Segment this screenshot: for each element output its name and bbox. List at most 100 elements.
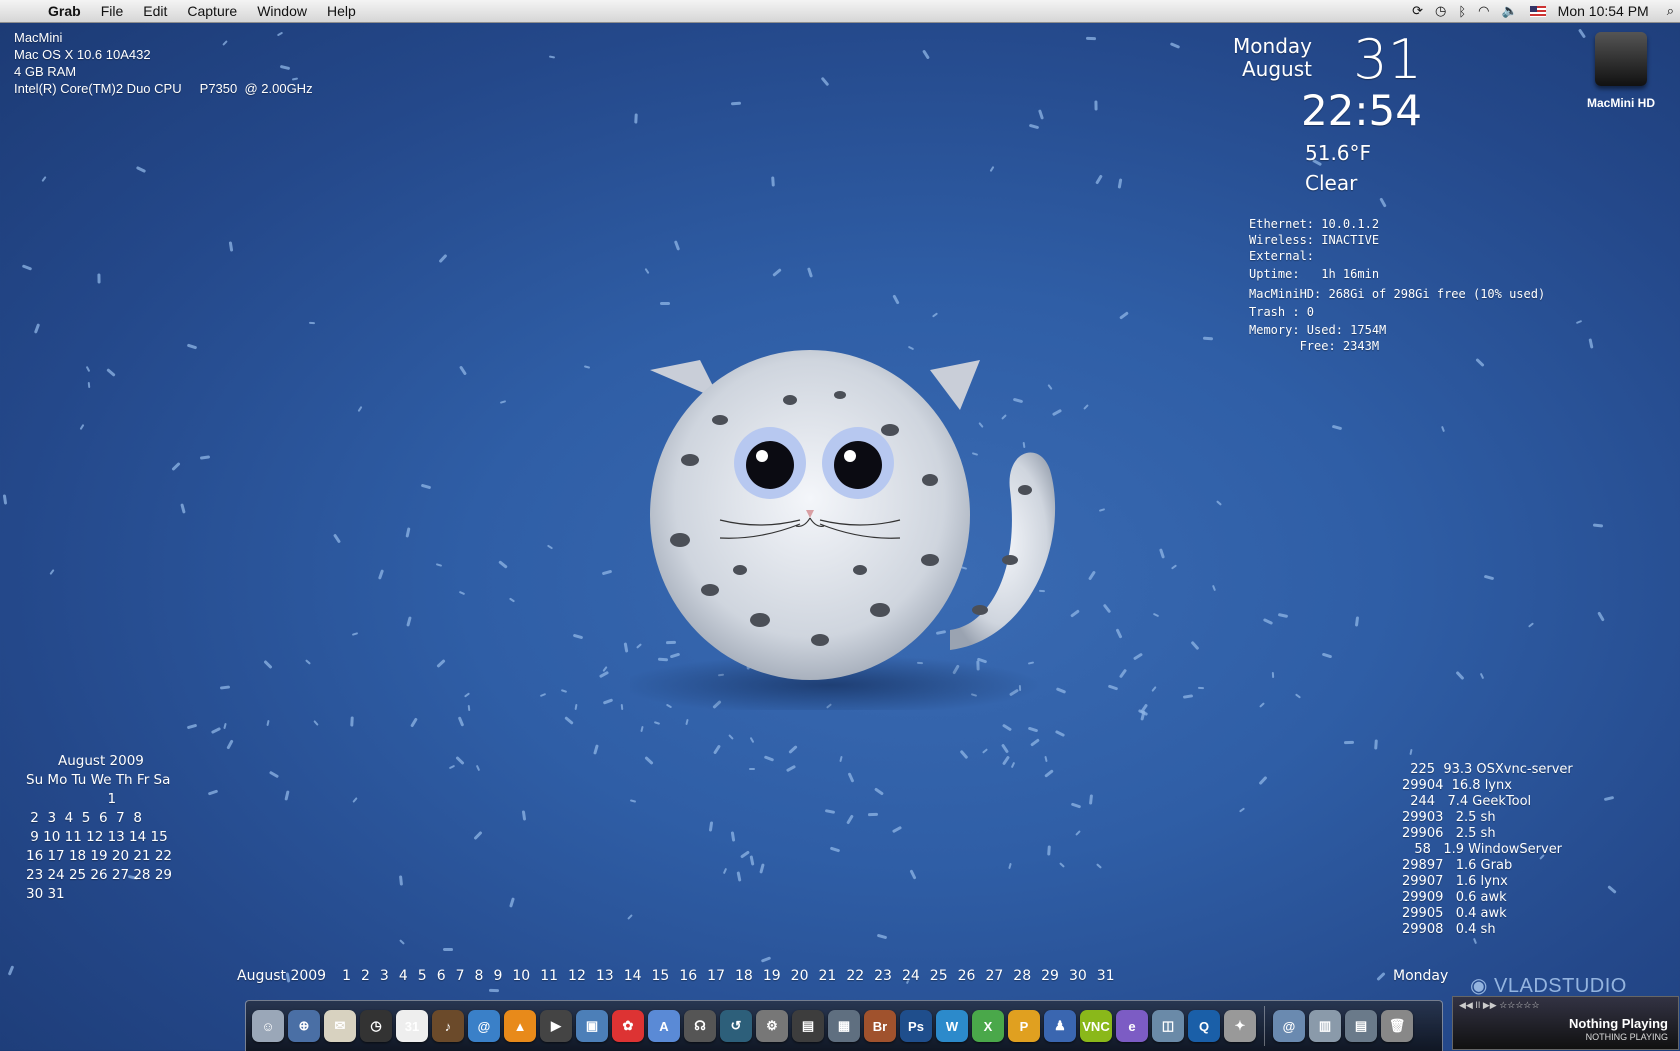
user-icon[interactable]: ♟ bbox=[1044, 1010, 1076, 1042]
garageband-icon[interactable]: ♪ bbox=[432, 1010, 464, 1042]
confetti-flake bbox=[623, 642, 629, 653]
vlc-icon[interactable]: ▲ bbox=[504, 1010, 536, 1042]
p-app-icon[interactable]: P bbox=[1008, 1010, 1040, 1042]
date-strip-day: 17 bbox=[707, 968, 725, 984]
sync-icon[interactable]: ⟳ bbox=[1406, 3, 1429, 19]
spotlight-icon[interactable]: ⌕ bbox=[1661, 3, 1680, 19]
calendar-widget: August 2009 Su Mo Tu We Th Fr Sa 1 2 3 4 … bbox=[26, 752, 172, 904]
confetti-flake bbox=[1474, 357, 1485, 367]
confetti-flake bbox=[740, 850, 751, 859]
confetti-flake bbox=[467, 704, 471, 712]
menubar-clock[interactable]: Mon 10:54 PM bbox=[1552, 3, 1661, 19]
confetti-flake bbox=[350, 715, 354, 727]
confetti-flake bbox=[180, 502, 186, 514]
process-row: 29908 0.4 sh bbox=[1402, 922, 1496, 937]
menu-bar: Grab File Edit Capture Window Help ⟳ ◷ ᛒ… bbox=[0, 0, 1680, 23]
confetti-flake bbox=[602, 698, 614, 705]
watermark-text: VLADSTUDIO bbox=[1494, 975, 1627, 997]
iphoto-icon[interactable]: ▣ bbox=[576, 1010, 608, 1042]
quicktime-icon[interactable]: Q bbox=[1188, 1010, 1220, 1042]
confetti-flake bbox=[438, 254, 448, 264]
app-store-icon[interactable]: A bbox=[648, 1010, 680, 1042]
system-preferences-icon[interactable]: ⚙ bbox=[756, 1010, 788, 1042]
day-number: 31 bbox=[1353, 28, 1422, 91]
confetti-flake bbox=[442, 948, 453, 952]
address-book-icon[interactable]: @ bbox=[468, 1010, 500, 1042]
confetti-flake bbox=[1047, 845, 1051, 856]
ical-icon[interactable]: 31 bbox=[396, 1010, 428, 1042]
confetti-flake bbox=[1096, 863, 1103, 869]
date-strip-day: 11 bbox=[540, 968, 559, 984]
preview-icon[interactable]: ◫ bbox=[1152, 1010, 1184, 1042]
confetti-flake bbox=[1575, 320, 1582, 325]
app-menu[interactable]: Grab bbox=[38, 0, 91, 22]
bridge-icon[interactable]: Br bbox=[864, 1010, 896, 1042]
confetti-flake bbox=[458, 590, 465, 596]
downloads-stack-icon[interactable]: ▥ bbox=[1309, 1010, 1341, 1042]
menu-window[interactable]: Window bbox=[247, 0, 317, 22]
confetti-flake bbox=[200, 455, 211, 461]
macmini-hd-drive[interactable]: MacMini HD bbox=[1566, 32, 1676, 110]
hard-drive-icon[interactable] bbox=[1595, 32, 1647, 86]
menu-edit[interactable]: Edit bbox=[133, 0, 177, 22]
mail-icon[interactable]: ✉ bbox=[324, 1010, 356, 1042]
date-strip-day: 10 bbox=[512, 968, 531, 984]
dashboard-icon[interactable]: ◷ bbox=[360, 1010, 392, 1042]
calendar-week: 9 10 11 12 13 14 15 bbox=[26, 829, 168, 845]
time-display: 22:54 bbox=[1300, 86, 1422, 135]
trash-icon[interactable]: 🗑 bbox=[1381, 1010, 1413, 1042]
confetti-flake bbox=[207, 789, 218, 797]
imovie-icon[interactable]: ▶ bbox=[540, 1010, 572, 1042]
confetti-flake bbox=[653, 721, 661, 725]
now-playing-widget[interactable]: ◀◀ II ▶▶ ☆☆☆☆☆ Nothing Playing NOTHING P… bbox=[1452, 996, 1679, 1050]
photoshop-icon[interactable]: Ps bbox=[900, 1010, 932, 1042]
safari-icon[interactable]: ⊕ bbox=[288, 1010, 320, 1042]
activity-icon[interactable]: ✦ bbox=[1224, 1010, 1256, 1042]
confetti-flake bbox=[1002, 755, 1011, 766]
confetti-flake bbox=[333, 533, 342, 544]
day-name: Monday bbox=[1233, 34, 1312, 58]
applications-stack-icon[interactable]: ▤ bbox=[1345, 1010, 1377, 1042]
volume-icon[interactable]: 🔈 bbox=[1495, 3, 1523, 19]
confetti-flake bbox=[763, 755, 774, 762]
confetti-flake bbox=[1238, 807, 1245, 813]
confetti-flake bbox=[228, 241, 234, 252]
date-strip-day: 4 bbox=[398, 968, 408, 984]
photo-booth-icon[interactable]: ▤ bbox=[792, 1010, 824, 1042]
confetti-flake bbox=[458, 716, 465, 727]
confetti-flake bbox=[620, 703, 624, 710]
confetti-flake bbox=[1089, 794, 1094, 805]
playback-controls[interactable]: ◀◀ II ▶▶ ☆☆☆☆☆ bbox=[1459, 1000, 1540, 1011]
date-strip-day: 31 bbox=[1096, 968, 1115, 984]
time-machine-icon[interactable]: ◷ bbox=[1429, 3, 1452, 19]
documents-stack-icon[interactable]: @ bbox=[1273, 1010, 1305, 1042]
now-playing-title: Nothing Playing bbox=[1569, 1016, 1668, 1031]
wifi-icon[interactable]: ◠ bbox=[1472, 3, 1495, 19]
bluetooth-icon[interactable]: ᛒ bbox=[1452, 4, 1472, 19]
confetti-flake bbox=[186, 343, 198, 350]
headphones-icon[interactable]: ☊ bbox=[684, 1010, 716, 1042]
expose-icon[interactable]: ▦ bbox=[828, 1010, 860, 1042]
confetti-flake bbox=[892, 294, 900, 305]
confetti-flake bbox=[806, 266, 813, 278]
confetti-flake bbox=[1592, 523, 1603, 528]
time-machine-icon[interactable]: ↺ bbox=[720, 1010, 752, 1042]
date-strip-day: 21 bbox=[818, 968, 837, 984]
menu-help[interactable]: Help bbox=[317, 0, 366, 22]
confetti-flake bbox=[829, 846, 841, 853]
confetti-flake bbox=[7, 965, 15, 976]
server-vnc-icon[interactable]: VNC bbox=[1080, 1010, 1112, 1042]
e-app-icon[interactable]: e bbox=[1116, 1010, 1148, 1042]
menu-file[interactable]: File bbox=[91, 0, 134, 22]
sysinfo-cpu: Intel(R) Core(TM)2 Duo CPU P7350 @ 2.00G… bbox=[14, 81, 313, 96]
confetti-flake bbox=[771, 176, 775, 187]
us-flag-icon[interactable] bbox=[1529, 5, 1546, 17]
confetti-flake bbox=[97, 272, 101, 284]
date-strip-day: 16 bbox=[679, 968, 698, 984]
menu-capture[interactable]: Capture bbox=[177, 0, 247, 22]
flickr-icon[interactable]: ✿ bbox=[612, 1010, 644, 1042]
date-widget: Monday August 31 bbox=[1233, 28, 1422, 91]
x-app-icon[interactable]: X bbox=[972, 1010, 1004, 1042]
finder-icon[interactable]: ☺ bbox=[252, 1010, 284, 1042]
w-app-icon[interactable]: W bbox=[936, 1010, 968, 1042]
